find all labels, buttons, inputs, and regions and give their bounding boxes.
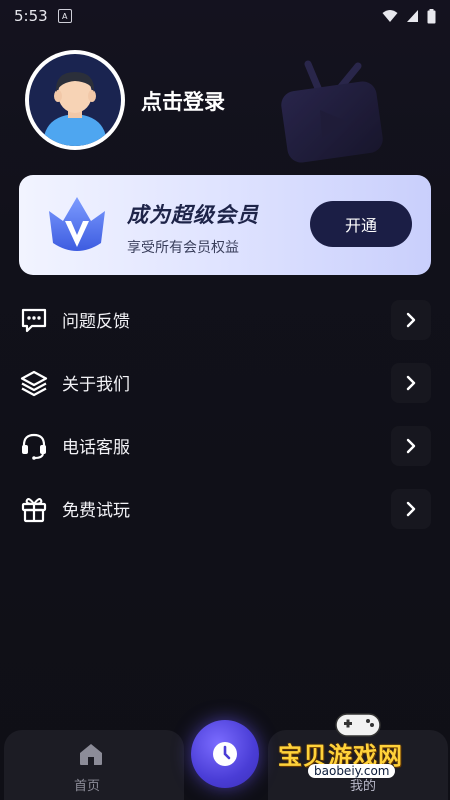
tv-decoration-icon: [281, 60, 383, 163]
menu-item-about[interactable]: 关于我们: [0, 351, 450, 414]
wifi-icon: [382, 10, 398, 22]
vip-subtitle: 享受所有会员权益: [127, 240, 239, 256]
avatar[interactable]: [25, 50, 125, 150]
status-icons: [382, 8, 436, 24]
chevron-right-icon[interactable]: [391, 425, 431, 466]
gift-icon: [21, 497, 47, 522]
clock-icon: [213, 742, 237, 766]
menu-label: 电话客服: [62, 438, 130, 458]
signal-icon: [407, 10, 418, 22]
vip-crown-icon: [49, 197, 105, 251]
user-avatar-icon: [43, 72, 107, 146]
avatar-image: [29, 54, 121, 146]
center-tab-button[interactable]: [191, 720, 259, 788]
status-bar: 5:53 A: [0, 0, 450, 32]
layers-icon: [20, 370, 48, 396]
login-link[interactable]: 点击登录: [141, 86, 225, 116]
tab-home[interactable]: 首页: [4, 730, 184, 800]
notification-icon: A: [57, 9, 72, 23]
vip-title: 成为超级会员: [127, 203, 259, 227]
menu-item-feedback[interactable]: 问题反馈: [0, 288, 450, 351]
tab-home-label: 首页: [74, 779, 101, 794]
headset-icon: [22, 433, 46, 460]
watermark-url: baobeiy.com: [308, 764, 396, 778]
watermark-logo: 宝贝游戏网 baobeiy.com: [272, 706, 450, 800]
status-time: 5:53: [14, 7, 48, 25]
settings-menu: 问题反馈 关于我们 电话客服 免费试玩: [0, 288, 450, 540]
gamepad-icon: [335, 713, 381, 737]
menu-item-free-trial[interactable]: 免费试玩: [0, 477, 450, 540]
menu-label: 问题反馈: [62, 312, 130, 332]
vip-card[interactable]: 成为超级会员 享受所有会员权益 开通: [19, 175, 431, 275]
chevron-right-icon[interactable]: [391, 362, 431, 403]
menu-item-phone-service[interactable]: 电话客服: [0, 414, 450, 477]
menu-label: 关于我们: [62, 375, 130, 395]
chevron-right-icon[interactable]: [391, 488, 431, 529]
vip-open-button[interactable]: 开通: [310, 201, 412, 247]
menu-label: 免费试玩: [62, 501, 130, 521]
battery-icon: [427, 8, 436, 23]
home-icon: [80, 744, 102, 765]
chevron-right-icon[interactable]: [391, 299, 431, 340]
message-icon: [21, 308, 47, 332]
